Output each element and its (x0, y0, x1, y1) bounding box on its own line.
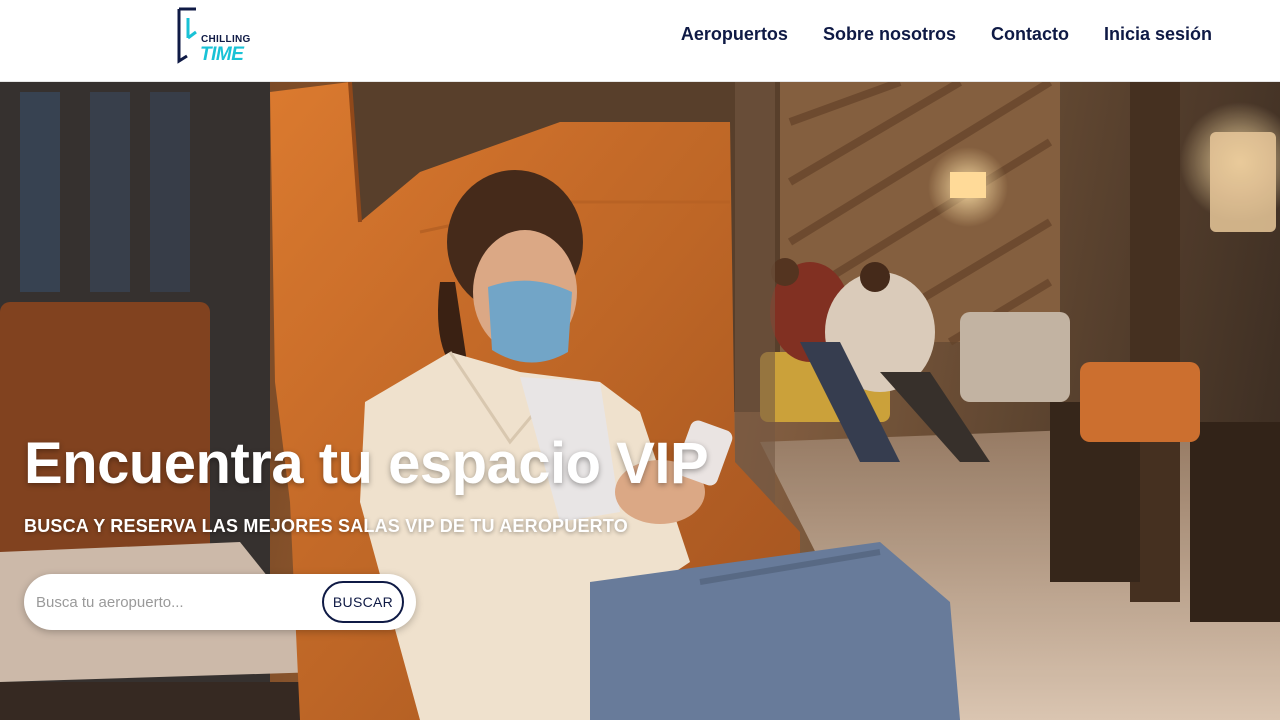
site-header: CHILLING TIME Aeropuertos Sobre nosotros… (0, 0, 1280, 82)
chilling-time-logo[interactable]: CHILLING TIME (176, 6, 256, 66)
nav-link-aeropuertos[interactable]: Aeropuertos (681, 22, 788, 46)
hero-subtitle: BUSCA Y RESERVA LAS MEJORES SALAS VIP DE… (24, 516, 628, 536)
search-button[interactable]: BUSCAR (322, 581, 404, 623)
hero-title: Encuentra tu espacio VIP (24, 431, 709, 496)
nav-link-contacto[interactable]: Contacto (991, 22, 1069, 46)
hero-section: Encuentra tu espacio VIP BUSCA Y RESERVA… (0, 82, 1280, 720)
nav-link-inicia-sesion[interactable]: Inicia sesión (1104, 22, 1212, 46)
nav-link-sobre-nosotros[interactable]: Sobre nosotros (823, 22, 956, 46)
airport-search-input[interactable] (36, 582, 316, 622)
airport-search-bar: BUSCAR (24, 574, 416, 630)
logo-text-bottom: TIME (200, 44, 244, 65)
main-nav: Aeropuertos Sobre nosotros Contacto Inic… (681, 22, 1212, 46)
